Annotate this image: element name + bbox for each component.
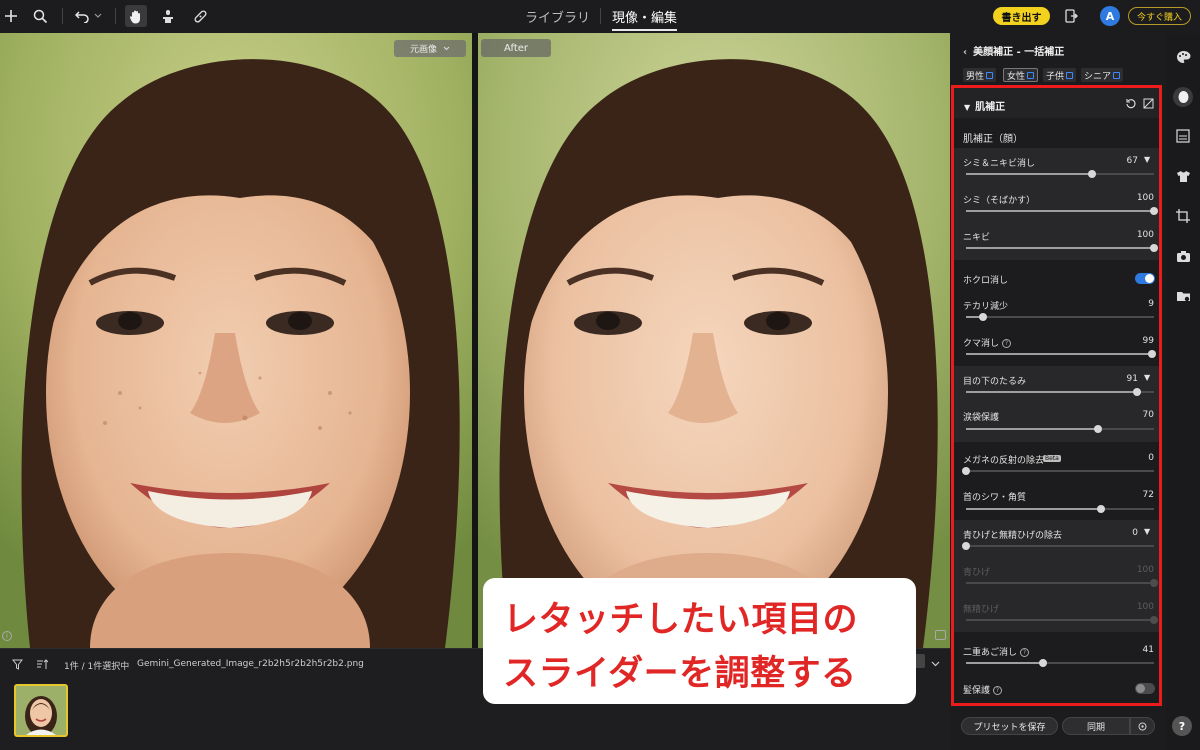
compare-layout-icon[interactable]	[935, 630, 946, 640]
crop-icon[interactable]	[1175, 208, 1191, 224]
add-icon[interactable]	[0, 5, 22, 27]
export-options-icon[interactable]	[1060, 5, 1082, 27]
sync-button[interactable]: 同期	[1062, 717, 1130, 735]
toolbar-divider	[62, 8, 63, 24]
chip-senior[interactable]: シニア	[1081, 68, 1124, 82]
chip-label: 子供	[1046, 71, 1065, 82]
after-photo[interactable]	[478, 33, 950, 648]
before-photo[interactable]	[0, 33, 472, 648]
tab-develop[interactable]: 現像・編集	[612, 7, 678, 31]
info-icon[interactable]: i	[2, 631, 12, 641]
before-view-selector[interactable]: 元画像	[394, 40, 466, 57]
export-button[interactable]: 書き出す	[993, 7, 1050, 25]
bandage-tool-icon[interactable]	[189, 5, 211, 27]
palette-icon[interactable]	[1175, 49, 1191, 65]
app-window: ライブラリ 現像・編集 書き出す A 今すぐ購入 元画像 After i 1件 …	[0, 0, 1200, 750]
chip-child[interactable]: 子供	[1043, 68, 1077, 82]
chip-label: 女性	[1007, 71, 1026, 82]
tab-divider	[600, 8, 601, 24]
checkbox-icon	[1027, 71, 1035, 79]
stamp-tool-icon[interactable]	[157, 5, 179, 27]
clothing-icon[interactable]	[1175, 168, 1191, 184]
filename: Gemini_Generated_Image_r2b2h5r2b2h5r2b2.…	[137, 659, 364, 669]
chip-label: 男性	[966, 71, 985, 82]
checkbox-icon	[986, 71, 994, 79]
buy-now-button[interactable]: 今すぐ購入	[1128, 7, 1191, 25]
chip-female[interactable]: 女性	[1003, 68, 1039, 82]
panel-title: 美顔補正 - 一括補正	[973, 47, 1065, 58]
after-label-chip: After	[481, 39, 551, 57]
chevron-down-icon	[443, 46, 450, 51]
chip-label: シニア	[1084, 71, 1112, 82]
toolbar-divider	[115, 8, 116, 24]
checkbox-icon	[1066, 71, 1074, 79]
folder-settings-icon[interactable]	[1175, 288, 1191, 304]
highlight-frame	[951, 85, 1162, 706]
collapse-chevron-icon[interactable]	[928, 653, 942, 675]
module-rail	[1166, 33, 1200, 750]
avatar[interactable]: A	[1100, 6, 1120, 26]
chip-male[interactable]: 男性	[963, 68, 997, 82]
help-button[interactable]: ?	[1172, 716, 1192, 736]
undo-icon[interactable]	[71, 5, 93, 27]
undo-history-chevron-icon[interactable]	[91, 5, 105, 27]
annotation-line-2: スライダーを調整する	[503, 654, 857, 694]
back-chevron-icon[interactable]: ‹	[963, 47, 967, 58]
sort-icon[interactable]	[33, 653, 51, 675]
tab-library[interactable]: ライブラリ	[525, 7, 590, 26]
hand-tool-icon[interactable]	[125, 5, 147, 27]
top-bar: ライブラリ 現像・編集 書き出す A 今すぐ購入	[0, 0, 1200, 33]
photo-frame-icon[interactable]	[1175, 128, 1191, 144]
checkbox-icon	[1113, 71, 1121, 79]
annotation-line-1: レタッチしたい項目の	[503, 600, 859, 640]
face-retouch-icon[interactable]	[1173, 87, 1193, 107]
panel-header[interactable]: ‹ 美顔補正 - 一括補正	[963, 43, 1064, 58]
save-preset-button[interactable]: プリセットを保存	[961, 717, 1058, 735]
annotation-callout: レタッチしたい項目の スライダーを調整する	[483, 578, 916, 704]
search-icon[interactable]	[29, 5, 51, 27]
camera-icon[interactable]	[1175, 248, 1191, 264]
sync-settings-icon[interactable]	[1130, 717, 1155, 735]
before-view-label: 元画像	[409, 45, 437, 55]
filter-icon[interactable]	[8, 653, 26, 675]
selection-count: 1件 / 1件選択中	[64, 662, 130, 672]
filmstrip-thumbnail[interactable]	[14, 684, 68, 737]
